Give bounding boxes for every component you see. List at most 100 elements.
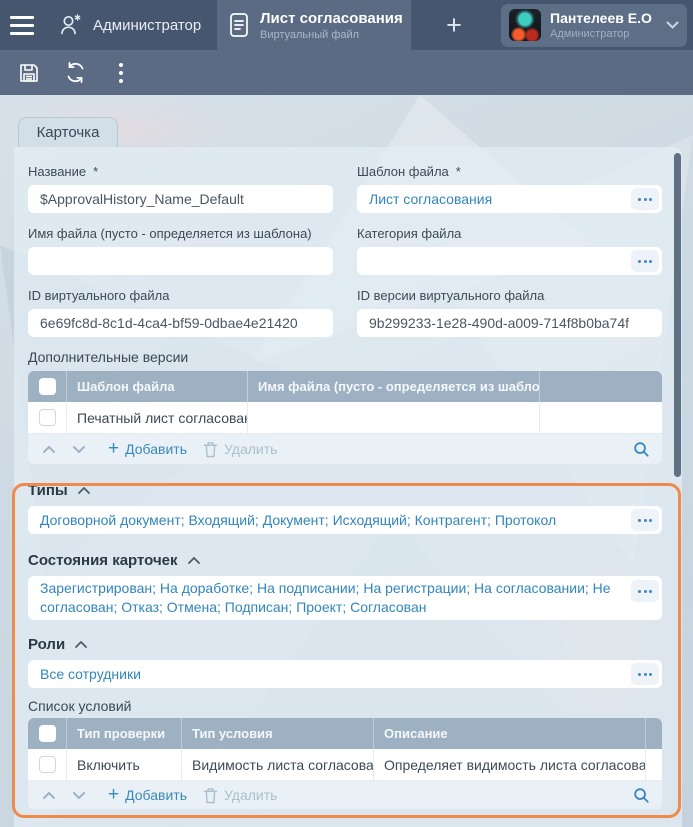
save-button[interactable] [12,56,46,90]
search-button[interactable] [633,787,650,804]
field-name: Название* $ApprovalHistory_Name_Default [28,163,333,213]
tab-card[interactable]: Карточка [18,117,118,147]
column-header: Имя файла (пусто - определяется из шабло… [247,371,539,402]
column-header: Тип условия [181,718,373,749]
field-file-id: ID виртуального файла 6e69fc8d-8c1d-4ca4… [28,287,333,337]
trash-icon [203,787,218,804]
delete-row-button[interactable]: Удалить [203,787,277,804]
field-name-label: Название* [28,163,333,185]
move-up-button[interactable] [38,446,60,453]
chevron-up-icon [75,641,87,648]
ellipsis-icon [638,519,641,522]
card-content-area: Карточка Название* $ApprovalHistory_Name… [0,95,693,827]
versions-table-title: Дополнительные версии [28,349,662,365]
row-checkbox[interactable] [39,409,56,426]
user-role: Администратор [550,28,657,40]
file-id-input[interactable]: 6e69fc8d-8c1d-4ca4-bf59-0dbae4e21420 [28,309,333,337]
name-input[interactable]: $ApprovalHistory_Name_Default [28,185,333,213]
filename-input[interactable] [28,247,333,275]
add-tab-button[interactable]: + [411,0,497,50]
add-row-button[interactable]: + Добавить [108,441,187,457]
chevron-up-icon [188,557,200,564]
column-header [539,371,662,402]
file-template-select-button[interactable] [631,188,659,210]
plus-icon: + [108,442,119,456]
search-button[interactable] [633,441,650,458]
roles-input[interactable]: Все сотрудники [28,660,662,688]
card-form-panel: Название* $ApprovalHistory_Name_Default … [14,147,682,827]
versions-table-footer: + Добавить Удалить [28,434,662,464]
field-file-template: Шаблон файла* Лист согласования [357,163,662,213]
card-states-input[interactable]: Зарегистрирован; На доработке; На подпис… [28,576,662,620]
file-version-id-input[interactable]: 9b299233-1e28-490d-a009-714f8b0ba74f [357,309,662,337]
ellipsis-icon [638,590,641,593]
card-states-select-button[interactable] [631,580,659,602]
row-checkbox[interactable] [39,756,56,773]
conditions-table: Тип проверки Тип условия Описание Включи… [28,718,662,809]
tab-subtitle: Виртуальный файл [260,29,403,41]
more-actions-button[interactable] [104,56,138,90]
tab-card-label: Карточка [37,124,100,141]
trash-icon [203,441,218,458]
menu-button[interactable] [0,0,48,50]
user-name: Пантелеев Е.О [550,10,657,26]
move-down-button[interactable] [68,792,90,799]
field-file-id-label: ID виртуального файла [28,287,333,309]
user-menu-button[interactable]: Пантелеев Е.О Администратор [501,4,687,47]
table-row[interactable]: Печатный лист согласования [28,402,662,434]
save-icon [17,61,41,85]
section-card-states[interactable]: Состояния карточек [28,552,662,569]
refresh-button[interactable] [58,56,92,90]
section-types[interactable]: Типы [28,482,662,499]
section-roles-label: Роли [28,636,65,653]
field-file-category: Категория файла [357,225,662,275]
conditions-table-footer: + Добавить Удалить [28,781,662,809]
field-file-version-id-label: ID версии виртуального файла [357,287,662,309]
add-row-button[interactable]: + Добавить [108,787,187,803]
table-row[interactable]: Включить Видимость листа согласования Оп… [28,749,662,781]
section-types-label: Типы [28,482,68,499]
types-select-button[interactable] [631,509,659,531]
section-card-states-label: Состояния карточек [28,552,178,569]
card-toolbar [0,50,693,95]
field-file-template-label: Шаблон файла* [357,163,662,185]
document-icon [228,11,250,39]
field-file-version-id: ID версии виртуального файла 9b299233-1e… [357,287,662,337]
top-navigation-bar: Администратор Лист согласования Виртуаль… [0,0,693,50]
ellipsis-icon [638,260,641,263]
plus-icon: + [446,10,462,41]
select-all-checkbox[interactable] [39,378,56,395]
file-category-select-button[interactable] [631,250,659,272]
column-header: Шаблон файла [66,371,247,402]
move-down-button[interactable] [68,446,90,453]
tab-approval-sheet[interactable]: Лист согласования Виртуальный файл [217,0,411,50]
tab-title: Лист согласования [260,10,403,27]
ellipsis-icon [638,673,641,676]
chevron-up-icon [78,487,90,494]
delete-row-button[interactable]: Удалить [203,441,277,458]
workspace-tab-administrator[interactable]: Администратор [48,0,217,50]
workspace-tab-label: Администратор [93,17,201,34]
column-header: Тип проверки [66,718,181,749]
roles-select-button[interactable] [631,663,659,685]
versions-table: Шаблон файла Имя файла (пусто - определя… [28,371,662,464]
types-input[interactable]: Договорной документ; Входящий; Документ;… [28,506,662,534]
field-file-category-label: Категория файла [357,225,662,247]
section-roles[interactable]: Роли [28,636,662,653]
plus-icon: + [108,788,119,802]
vertical-scrollbar[interactable] [674,153,681,477]
select-all-checkbox[interactable] [39,725,56,742]
move-up-button[interactable] [38,792,60,799]
column-header: Описание [373,718,645,749]
file-category-input[interactable] [357,247,662,275]
field-filename: Имя файла (пусто - определяется из шабло… [28,225,333,275]
column-header [645,718,662,749]
topbar-right-zone: Пантелеев Е.О Администратор [497,0,693,50]
user-avatar [509,9,541,41]
user-star-icon [58,12,84,38]
kebab-menu-icon [119,63,123,83]
file-template-input[interactable]: Лист согласования [357,185,662,213]
conditions-table-title: Список условий [28,698,662,714]
refresh-icon [63,60,88,85]
chevron-down-icon [666,21,679,29]
